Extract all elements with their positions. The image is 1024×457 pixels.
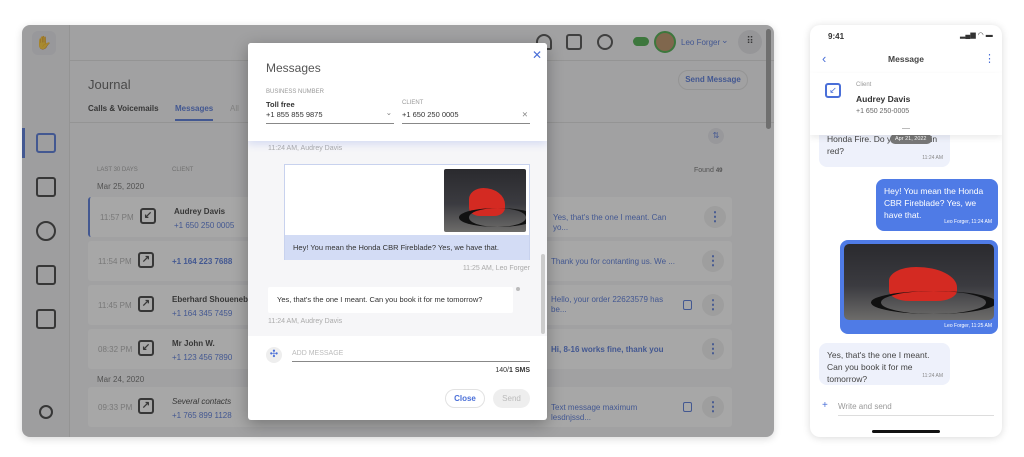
- chevron-down-icon: ⌄: [385, 108, 392, 117]
- add-attachment-icon[interactable]: +: [822, 400, 828, 411]
- chat-scrollbar[interactable]: [541, 254, 545, 334]
- client-number: +1 650 250 0005: [402, 110, 459, 119]
- motorcycle-image[interactable]: [444, 169, 526, 232]
- incoming-message-icon: ↙: [825, 83, 841, 98]
- messages-modal: Messages ✕ BUSINESS NUMBER Toll free +1 …: [248, 43, 547, 420]
- conversation-area: 11:24 AM, Audrey Davis Hey! You mean the…: [248, 141, 547, 336]
- home-indicator: [872, 430, 940, 433]
- outgoing-image-bubble: Leo Forger, 11:25 AM: [840, 240, 998, 334]
- close-icon[interactable]: ✕: [532, 48, 542, 62]
- character-counter: 140/1 SMS: [495, 367, 530, 374]
- client-name: Audrey Davis: [856, 94, 911, 104]
- message-input[interactable]: Write and send: [838, 402, 994, 416]
- date-chip: Apr 21, 2022: [890, 134, 932, 144]
- img-meta: Leo Forger, 11:25 AM: [944, 323, 992, 329]
- out-meta: 11:25 AM, Leo Forger: [462, 265, 530, 272]
- client-phone: +1 650 250-0005: [856, 108, 910, 115]
- client-number-input[interactable]: +1 650 250 0005 ✕: [402, 110, 530, 124]
- client-label: Client: [856, 82, 872, 88]
- client-label: CLIENT: [402, 100, 424, 106]
- incoming-message: Yes, that's the one I meant. Can you boo…: [268, 287, 513, 313]
- more-options-icon[interactable]: ⋮: [984, 52, 995, 65]
- msg1-time: 11:24 AM: [922, 155, 943, 161]
- msg3-time: 11:24 AM: [922, 373, 943, 379]
- attach-button[interactable]: ✣: [266, 347, 282, 363]
- status-time: 9:41: [828, 32, 845, 41]
- in-meta: 11:24 AM, Audrey Davis: [268, 318, 343, 325]
- business-type: Toll free: [266, 100, 295, 109]
- out-text: Hey! You mean the Honda CBR Fireblade? Y…: [285, 235, 529, 260]
- top-meta: 11:24 AM, Audrey Davis: [268, 145, 343, 152]
- msg2-meta: Leo Forger, 11:24 AM: [944, 219, 992, 225]
- outgoing-bubble: Hey! You mean the Honda CBR Fireblade? Y…: [876, 179, 998, 231]
- status-icons: ▂▄▆ ◠ ▬: [960, 32, 993, 39]
- modal-title: Messages: [266, 61, 321, 75]
- business-number: +1 855 855 9875: [266, 110, 323, 119]
- outgoing-message: Hey! You mean the Honda CBR Fireblade? Y…: [284, 164, 530, 260]
- counter: 140/: [495, 367, 509, 374]
- mobile-app: 9:41 ▂▄▆ ◠ ▬ ‹ Message ⋮ ↙ Client Audrey…: [810, 25, 1002, 437]
- counter-sms: 1 SMS: [508, 367, 530, 374]
- motorcycle-image[interactable]: [844, 244, 994, 320]
- message-input[interactable]: ADD MESSAGE: [292, 350, 530, 362]
- send-button[interactable]: Send: [493, 389, 530, 408]
- business-number-label: BUSINESS NUMBER: [266, 89, 325, 95]
- clear-icon[interactable]: ✕: [522, 110, 528, 119]
- screen-title: Message: [888, 54, 924, 64]
- close-button[interactable]: Close: [445, 389, 485, 408]
- business-number-select[interactable]: +1 855 855 9875 ⌄: [266, 108, 394, 124]
- incoming-bubble: Yes, that's the one I meant. Can you boo…: [819, 343, 950, 385]
- client-card: ↙ Client Audrey Davis +1 650 250-0005: [810, 73, 1002, 135]
